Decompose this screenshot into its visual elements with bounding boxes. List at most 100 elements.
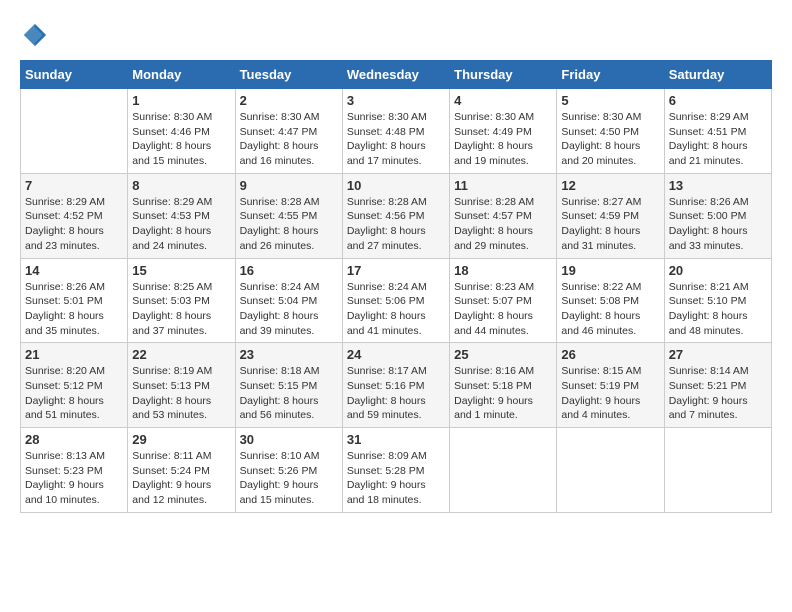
day-number: 16 bbox=[240, 263, 338, 278]
day-number: 15 bbox=[132, 263, 230, 278]
calendar-cell: 2 Sunrise: 8:30 AMSunset: 4:47 PMDayligh… bbox=[235, 89, 342, 174]
day-number: 17 bbox=[347, 263, 445, 278]
day-info: Sunrise: 8:27 AMSunset: 4:59 PMDaylight:… bbox=[561, 195, 659, 254]
weekday-header-friday: Friday bbox=[557, 61, 664, 89]
day-info: Sunrise: 8:28 AMSunset: 4:56 PMDaylight:… bbox=[347, 195, 445, 254]
calendar-cell: 30 Sunrise: 8:10 AMSunset: 5:26 PMDaylig… bbox=[235, 428, 342, 513]
calendar-table: SundayMondayTuesdayWednesdayThursdayFrid… bbox=[20, 60, 772, 513]
day-number: 11 bbox=[454, 178, 552, 193]
day-info: Sunrise: 8:09 AMSunset: 5:28 PMDaylight:… bbox=[347, 449, 445, 508]
day-info: Sunrise: 8:21 AMSunset: 5:10 PMDaylight:… bbox=[669, 280, 767, 339]
calendar-week-row: 14 Sunrise: 8:26 AMSunset: 5:01 PMDaylig… bbox=[21, 258, 772, 343]
day-info: Sunrise: 8:18 AMSunset: 5:15 PMDaylight:… bbox=[240, 364, 338, 423]
calendar-cell: 28 Sunrise: 8:13 AMSunset: 5:23 PMDaylig… bbox=[21, 428, 128, 513]
weekday-header-saturday: Saturday bbox=[664, 61, 771, 89]
weekday-header-monday: Monday bbox=[128, 61, 235, 89]
calendar-cell: 5 Sunrise: 8:30 AMSunset: 4:50 PMDayligh… bbox=[557, 89, 664, 174]
day-info: Sunrise: 8:11 AMSunset: 5:24 PMDaylight:… bbox=[132, 449, 230, 508]
day-info: Sunrise: 8:26 AMSunset: 5:00 PMDaylight:… bbox=[669, 195, 767, 254]
day-number: 9 bbox=[240, 178, 338, 193]
calendar-cell: 21 Sunrise: 8:20 AMSunset: 5:12 PMDaylig… bbox=[21, 343, 128, 428]
calendar-week-row: 21 Sunrise: 8:20 AMSunset: 5:12 PMDaylig… bbox=[21, 343, 772, 428]
day-info: Sunrise: 8:16 AMSunset: 5:18 PMDaylight:… bbox=[454, 364, 552, 423]
calendar-cell: 7 Sunrise: 8:29 AMSunset: 4:52 PMDayligh… bbox=[21, 173, 128, 258]
day-info: Sunrise: 8:10 AMSunset: 5:26 PMDaylight:… bbox=[240, 449, 338, 508]
day-number: 30 bbox=[240, 432, 338, 447]
calendar-cell: 26 Sunrise: 8:15 AMSunset: 5:19 PMDaylig… bbox=[557, 343, 664, 428]
calendar-cell: 6 Sunrise: 8:29 AMSunset: 4:51 PMDayligh… bbox=[664, 89, 771, 174]
calendar-cell: 10 Sunrise: 8:28 AMSunset: 4:56 PMDaylig… bbox=[342, 173, 449, 258]
calendar-cell bbox=[450, 428, 557, 513]
calendar-cell: 23 Sunrise: 8:18 AMSunset: 5:15 PMDaylig… bbox=[235, 343, 342, 428]
day-number: 2 bbox=[240, 93, 338, 108]
calendar-cell: 11 Sunrise: 8:28 AMSunset: 4:57 PMDaylig… bbox=[450, 173, 557, 258]
calendar-cell: 29 Sunrise: 8:11 AMSunset: 5:24 PMDaylig… bbox=[128, 428, 235, 513]
calendar-cell: 13 Sunrise: 8:26 AMSunset: 5:00 PMDaylig… bbox=[664, 173, 771, 258]
day-info: Sunrise: 8:13 AMSunset: 5:23 PMDaylight:… bbox=[25, 449, 123, 508]
calendar-cell: 8 Sunrise: 8:29 AMSunset: 4:53 PMDayligh… bbox=[128, 173, 235, 258]
day-info: Sunrise: 8:30 AMSunset: 4:50 PMDaylight:… bbox=[561, 110, 659, 169]
day-number: 26 bbox=[561, 347, 659, 362]
day-number: 5 bbox=[561, 93, 659, 108]
day-info: Sunrise: 8:20 AMSunset: 5:12 PMDaylight:… bbox=[25, 364, 123, 423]
day-number: 10 bbox=[347, 178, 445, 193]
day-number: 18 bbox=[454, 263, 552, 278]
day-info: Sunrise: 8:22 AMSunset: 5:08 PMDaylight:… bbox=[561, 280, 659, 339]
day-number: 1 bbox=[132, 93, 230, 108]
day-number: 7 bbox=[25, 178, 123, 193]
calendar-cell: 31 Sunrise: 8:09 AMSunset: 5:28 PMDaylig… bbox=[342, 428, 449, 513]
calendar-week-row: 7 Sunrise: 8:29 AMSunset: 4:52 PMDayligh… bbox=[21, 173, 772, 258]
calendar-cell: 27 Sunrise: 8:14 AMSunset: 5:21 PMDaylig… bbox=[664, 343, 771, 428]
weekday-header-sunday: Sunday bbox=[21, 61, 128, 89]
calendar-cell: 24 Sunrise: 8:17 AMSunset: 5:16 PMDaylig… bbox=[342, 343, 449, 428]
day-info: Sunrise: 8:29 AMSunset: 4:51 PMDaylight:… bbox=[669, 110, 767, 169]
day-number: 22 bbox=[132, 347, 230, 362]
day-number: 28 bbox=[25, 432, 123, 447]
day-number: 4 bbox=[454, 93, 552, 108]
day-number: 12 bbox=[561, 178, 659, 193]
calendar-cell: 1 Sunrise: 8:30 AMSunset: 4:46 PMDayligh… bbox=[128, 89, 235, 174]
logo bbox=[20, 20, 54, 50]
calendar-cell: 16 Sunrise: 8:24 AMSunset: 5:04 PMDaylig… bbox=[235, 258, 342, 343]
day-info: Sunrise: 8:17 AMSunset: 5:16 PMDaylight:… bbox=[347, 364, 445, 423]
page-header bbox=[20, 20, 772, 50]
logo-icon bbox=[20, 20, 50, 50]
calendar-cell: 22 Sunrise: 8:19 AMSunset: 5:13 PMDaylig… bbox=[128, 343, 235, 428]
day-number: 27 bbox=[669, 347, 767, 362]
calendar-cell bbox=[664, 428, 771, 513]
day-number: 14 bbox=[25, 263, 123, 278]
weekday-header-tuesday: Tuesday bbox=[235, 61, 342, 89]
day-info: Sunrise: 8:26 AMSunset: 5:01 PMDaylight:… bbox=[25, 280, 123, 339]
calendar-cell: 4 Sunrise: 8:30 AMSunset: 4:49 PMDayligh… bbox=[450, 89, 557, 174]
day-info: Sunrise: 8:19 AMSunset: 5:13 PMDaylight:… bbox=[132, 364, 230, 423]
day-number: 21 bbox=[25, 347, 123, 362]
day-number: 6 bbox=[669, 93, 767, 108]
day-number: 19 bbox=[561, 263, 659, 278]
weekday-header-wednesday: Wednesday bbox=[342, 61, 449, 89]
calendar-cell: 14 Sunrise: 8:26 AMSunset: 5:01 PMDaylig… bbox=[21, 258, 128, 343]
day-info: Sunrise: 8:24 AMSunset: 5:04 PMDaylight:… bbox=[240, 280, 338, 339]
day-number: 8 bbox=[132, 178, 230, 193]
calendar-cell: 25 Sunrise: 8:16 AMSunset: 5:18 PMDaylig… bbox=[450, 343, 557, 428]
calendar-cell: 20 Sunrise: 8:21 AMSunset: 5:10 PMDaylig… bbox=[664, 258, 771, 343]
day-info: Sunrise: 8:30 AMSunset: 4:46 PMDaylight:… bbox=[132, 110, 230, 169]
day-info: Sunrise: 8:29 AMSunset: 4:53 PMDaylight:… bbox=[132, 195, 230, 254]
day-number: 23 bbox=[240, 347, 338, 362]
day-info: Sunrise: 8:25 AMSunset: 5:03 PMDaylight:… bbox=[132, 280, 230, 339]
day-number: 29 bbox=[132, 432, 230, 447]
day-info: Sunrise: 8:30 AMSunset: 4:48 PMDaylight:… bbox=[347, 110, 445, 169]
calendar-cell: 19 Sunrise: 8:22 AMSunset: 5:08 PMDaylig… bbox=[557, 258, 664, 343]
day-info: Sunrise: 8:23 AMSunset: 5:07 PMDaylight:… bbox=[454, 280, 552, 339]
day-number: 31 bbox=[347, 432, 445, 447]
calendar-cell bbox=[557, 428, 664, 513]
day-number: 3 bbox=[347, 93, 445, 108]
calendar-cell: 12 Sunrise: 8:27 AMSunset: 4:59 PMDaylig… bbox=[557, 173, 664, 258]
calendar-cell bbox=[21, 89, 128, 174]
weekday-header-row: SundayMondayTuesdayWednesdayThursdayFrid… bbox=[21, 61, 772, 89]
calendar-cell: 3 Sunrise: 8:30 AMSunset: 4:48 PMDayligh… bbox=[342, 89, 449, 174]
day-number: 24 bbox=[347, 347, 445, 362]
calendar-cell: 18 Sunrise: 8:23 AMSunset: 5:07 PMDaylig… bbox=[450, 258, 557, 343]
day-number: 13 bbox=[669, 178, 767, 193]
day-info: Sunrise: 8:14 AMSunset: 5:21 PMDaylight:… bbox=[669, 364, 767, 423]
calendar-week-row: 1 Sunrise: 8:30 AMSunset: 4:46 PMDayligh… bbox=[21, 89, 772, 174]
